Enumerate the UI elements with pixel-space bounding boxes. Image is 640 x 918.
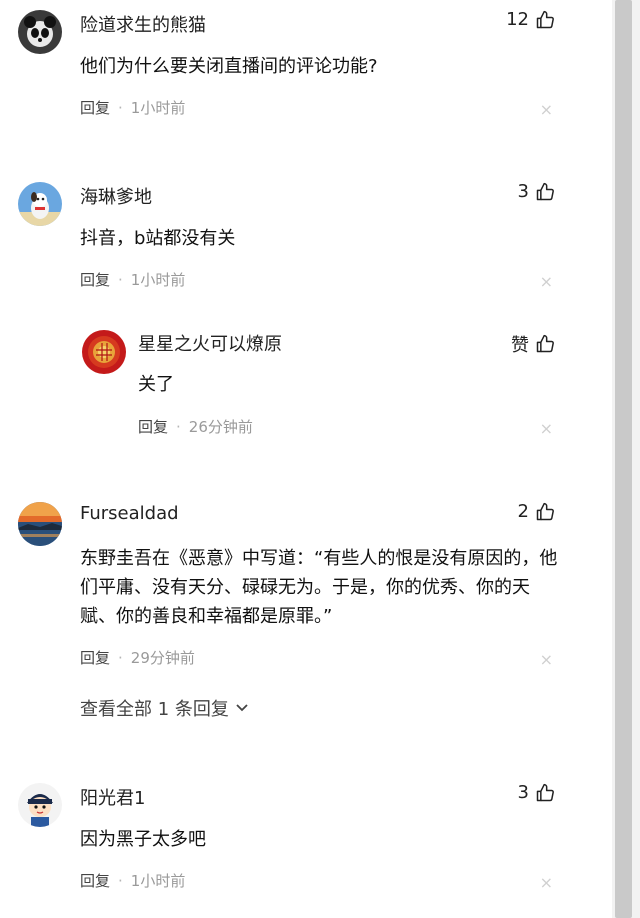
thumbs-up-icon[interactable] <box>535 783 555 803</box>
separator-dot: · <box>118 98 123 117</box>
comment-item: 险道求生的熊猫 12 他们为什么要关闭直播间的评论功能? 回复 · 1小时前 × <box>0 0 575 160</box>
thumbs-up-icon[interactable] <box>535 334 555 354</box>
close-icon[interactable]: × <box>540 650 553 669</box>
separator-dot: · <box>176 417 181 436</box>
scrollbar-thumb[interactable] <box>615 0 632 918</box>
chevron-down-icon <box>236 704 248 712</box>
thumbs-up-icon[interactable] <box>535 10 555 30</box>
comment-text: 东野圭吾在《恶意》中写道：“有些人的恨是没有原因的，他们平庸、没有天分、碌碌无为… <box>80 548 558 627</box>
reply-button[interactable]: 回复 <box>80 647 110 668</box>
view-all-replies-link[interactable]: 查看全部 1 条回复 <box>80 695 249 721</box>
close-icon[interactable]: × <box>540 873 553 892</box>
like-count: 12 <box>506 9 529 30</box>
sunset-lake-avatar[interactable] <box>18 502 62 546</box>
separator-dot: · <box>118 270 123 289</box>
reply-button[interactable]: 回复 <box>138 416 168 437</box>
comment-text: 他们为什么要关闭直播间的评论功能? <box>80 56 378 77</box>
timestamp: 1小时前 <box>130 271 186 289</box>
username[interactable]: 险道求生的熊猫 <box>80 11 206 37</box>
username[interactable]: 海琳爹地 <box>80 183 152 209</box>
close-icon[interactable]: × <box>540 419 553 438</box>
like-count: 3 <box>517 782 529 803</box>
comment-meta: 回复 · 1小时前 <box>80 97 185 118</box>
vertical-scrollbar[interactable] <box>612 0 640 918</box>
panda-avatar[interactable] <box>18 10 62 54</box>
like-control[interactable]: 3 <box>518 782 555 803</box>
timestamp: 26分钟前 <box>188 418 253 436</box>
close-icon[interactable]: × <box>540 100 553 119</box>
cartoon-dog-avatar[interactable] <box>18 182 62 226</box>
username[interactable]: 星星之火可以燎原 <box>138 330 282 356</box>
comment-text: 抖音，b站都没有关 <box>80 228 236 249</box>
reply-button[interactable]: 回复 <box>80 269 110 290</box>
comment-meta: 回复 · 29分钟前 <box>80 647 195 668</box>
like-control[interactable]: 3 <box>518 181 555 202</box>
username[interactable]: Fursealdad <box>80 503 179 524</box>
comment-meta: 回复 · 1小时前 <box>80 870 185 891</box>
thumbs-up-icon[interactable] <box>535 502 555 522</box>
comment-text: 因为黑子太多吧 <box>80 829 206 850</box>
timestamp: 1小时前 <box>130 872 186 890</box>
separator-dot: · <box>118 871 123 890</box>
comment-text: 关了 <box>138 374 174 395</box>
comment-item: 海琳爹地 3 抖音，b站都没有关 回复 · 1小时前 × 星星之火可以燎原 赞 … <box>0 172 575 472</box>
like-label: 赞 <box>511 335 529 356</box>
cartoon-boy-avatar[interactable] <box>18 783 62 827</box>
like-control[interactable]: 12 <box>506 9 555 30</box>
close-icon[interactable]: × <box>540 272 553 291</box>
like-count: 2 <box>517 501 529 522</box>
timestamp: 29分钟前 <box>130 649 195 667</box>
reply-item: 星星之火可以燎原 赞 关了 回复 · 26分钟前 × <box>0 322 575 442</box>
view-all-replies-label: 查看全部 1 条回复 <box>80 699 229 720</box>
separator-dot: · <box>118 648 123 667</box>
reply-button[interactable]: 回复 <box>80 97 110 118</box>
comment-item: 阳光君1 3 因为黑子太多吧 回复 · 1小时前 × <box>0 773 575 918</box>
like-count: 3 <box>517 181 529 202</box>
like-control[interactable]: 赞 <box>511 331 555 357</box>
comment-meta: 回复 · 26分钟前 <box>138 416 253 437</box>
comment-meta: 回复 · 1小时前 <box>80 269 185 290</box>
timestamp: 1小时前 <box>130 99 186 117</box>
red-seal-avatar[interactable] <box>82 330 126 374</box>
thumbs-up-icon[interactable] <box>535 182 555 202</box>
like-control[interactable]: 2 <box>518 501 555 522</box>
reply-button[interactable]: 回复 <box>80 870 110 891</box>
username[interactable]: 阳光君1 <box>80 784 145 810</box>
